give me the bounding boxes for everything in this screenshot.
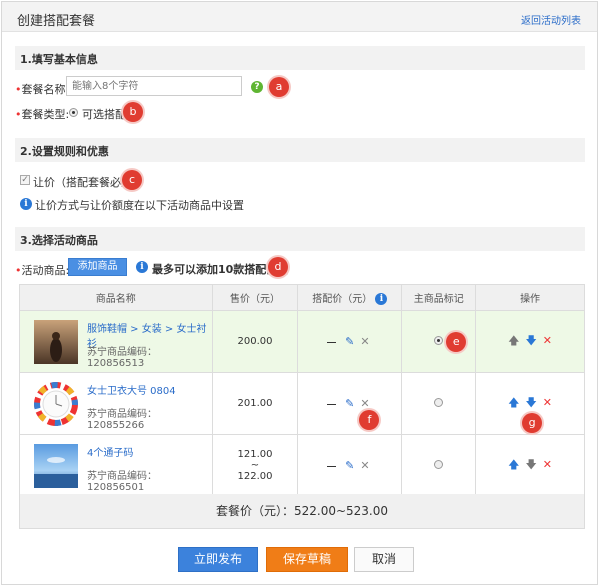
arrow-down-icon[interactable]: 🡇 [525,332,536,351]
sale-price: 200.00 [211,310,299,373]
product-name-link[interactable]: 4个通子码 [87,444,133,459]
col-header-main-flag: 主商品标记 [401,284,477,311]
price-dash [327,341,337,343]
package-name-label: •套餐名称: [15,83,70,96]
pencil-icon[interactable]: ✎ [345,335,354,348]
clear-icon[interactable]: ✕ [360,459,369,472]
product-thumbnail [34,320,78,364]
table-row: 女士卫衣大号 0804 苏宁商品编码：120855266 201.00 ✎ ✕ f… [19,372,585,435]
delete-icon[interactable]: ✕ [543,396,552,409]
publish-button[interactable]: 立即发布 [178,547,258,572]
clear-icon[interactable]: ✕ [360,397,369,410]
sale-price-low: 121.00 [237,449,273,460]
page-title: 创建搭配套餐 [17,14,96,29]
col-header-price: 售价（元） [211,284,299,311]
sale-price-sep: ~ [250,460,260,471]
delete-icon[interactable]: ✕ [543,458,552,471]
price-dash [327,403,337,405]
package-total-price: 套餐价（元）：522.00~523.00 [19,494,585,529]
table-row: 服饰鞋帽 > 女装 > 女士衬衫 苏宁商品编码：120856513 200.00… [19,310,585,373]
main-flag-cell [401,372,477,435]
section-title: 3.选择活动商品 [20,234,98,247]
actions-cell: 🡅 🡇 ✕ [475,310,585,373]
bundle-price-cell: ✎ ✕ [297,310,403,373]
bundle-price-cell: ✎ ✕ f [297,372,403,435]
main-flag-cell: e [401,310,477,373]
add-goods-button[interactable]: 添加商品 [68,258,127,276]
package-name-input[interactable] [66,76,242,96]
arrow-up-icon[interactable]: 🡅 [508,394,519,413]
main-product-radio[interactable] [434,459,444,469]
col-header-bundle-price: 搭配价（元） i [297,284,403,311]
table-row: 4个通子码 苏宁商品编码：120856501 121.00 ~ 122.00 ✎… [19,434,585,497]
pencil-icon[interactable]: ✎ [345,459,354,472]
bundle-price-cell: ✎ ✕ [297,434,403,497]
activity-goods-label: •活动商品: [15,264,70,277]
arrow-up-icon[interactable]: 🡅 [508,456,519,475]
info-icon: i [375,293,388,305]
actions-cell: 🡅 🡇 ✕ g [475,372,585,435]
section-title: 2.设置规则和优惠 [20,145,109,158]
section-basic-info: 1.填写基本信息 [15,46,585,70]
marker-d: d [268,257,288,277]
product-name-link[interactable]: 女士卫衣大号 0804 [87,382,176,397]
pencil-icon[interactable]: ✎ [345,397,354,410]
marker-e: e [446,332,467,352]
back-to-list-link[interactable]: 返回活动列表 [521,12,581,27]
info-icon: i [136,261,148,273]
price-concession-checkbox[interactable]: ✓ [20,175,30,185]
marker-f: f [359,410,380,430]
delete-icon[interactable]: ✕ [543,334,552,347]
product-code: 苏宁商品编码：120856513 [87,347,157,369]
main-product-radio[interactable] [434,397,444,407]
info-icon: i [20,198,32,210]
main-flag-cell [401,434,477,497]
save-draft-button[interactable]: 保存草稿 [266,547,348,572]
marker-g: g [522,413,543,433]
sale-price: 201.00 [211,372,299,435]
table-header-row: 商品名称 售价（元） 搭配价（元） i 主商品标记 操作 [19,284,585,311]
package-type-value: 可选搭配 [82,108,126,121]
page-frame: 创建搭配套餐 返回活动列表 1.填写基本信息 •套餐名称: ? a •套餐类型:… [1,1,598,585]
marker-b: b [123,102,143,122]
main-product-radio[interactable] [434,335,444,345]
arrow-up-icon[interactable]: 🡅 [508,332,519,351]
marker-c: c [122,170,142,190]
help-icon[interactable]: ? [251,81,263,93]
header-bar: 创建搭配套餐 返回活动列表 [2,2,597,32]
package-type-radio[interactable] [69,108,78,117]
clear-icon[interactable]: ✕ [360,335,369,348]
goods-table: 商品名称 售价（元） 搭配价（元） i 主商品标记 操作 服饰鞋帽 > 女装 >… [19,284,585,497]
sale-price-high: 122.00 [237,471,273,482]
price-dash [327,465,337,467]
actions-cell: 🡅 🡇 ✕ [475,434,585,497]
product-thumbnail [34,382,78,426]
marker-a: a [269,77,289,97]
col-header-name: 商品名称 [19,284,213,311]
package-type-label: •套餐类型: [15,108,70,121]
arrow-down-icon[interactable]: 🡇 [525,394,536,413]
section-title: 1.填写基本信息 [20,53,98,66]
sale-price-range: 121.00 ~ 122.00 [211,434,299,497]
concession-info-text: 让价方式与让价额度在以下活动商品中设置 [35,199,244,212]
section-rules: 2.设置规则和优惠 [15,138,585,162]
product-thumbnail [34,444,78,488]
section-goods: 3.选择活动商品 [15,227,585,251]
product-code: 苏宁商品编码：120856501 [87,471,157,493]
arrow-down-icon[interactable]: 🡇 [525,456,536,475]
product-code: 苏宁商品编码：120855266 [87,409,157,431]
col-header-actions: 操作 [475,284,585,311]
cancel-button[interactable]: 取消 [354,547,414,572]
